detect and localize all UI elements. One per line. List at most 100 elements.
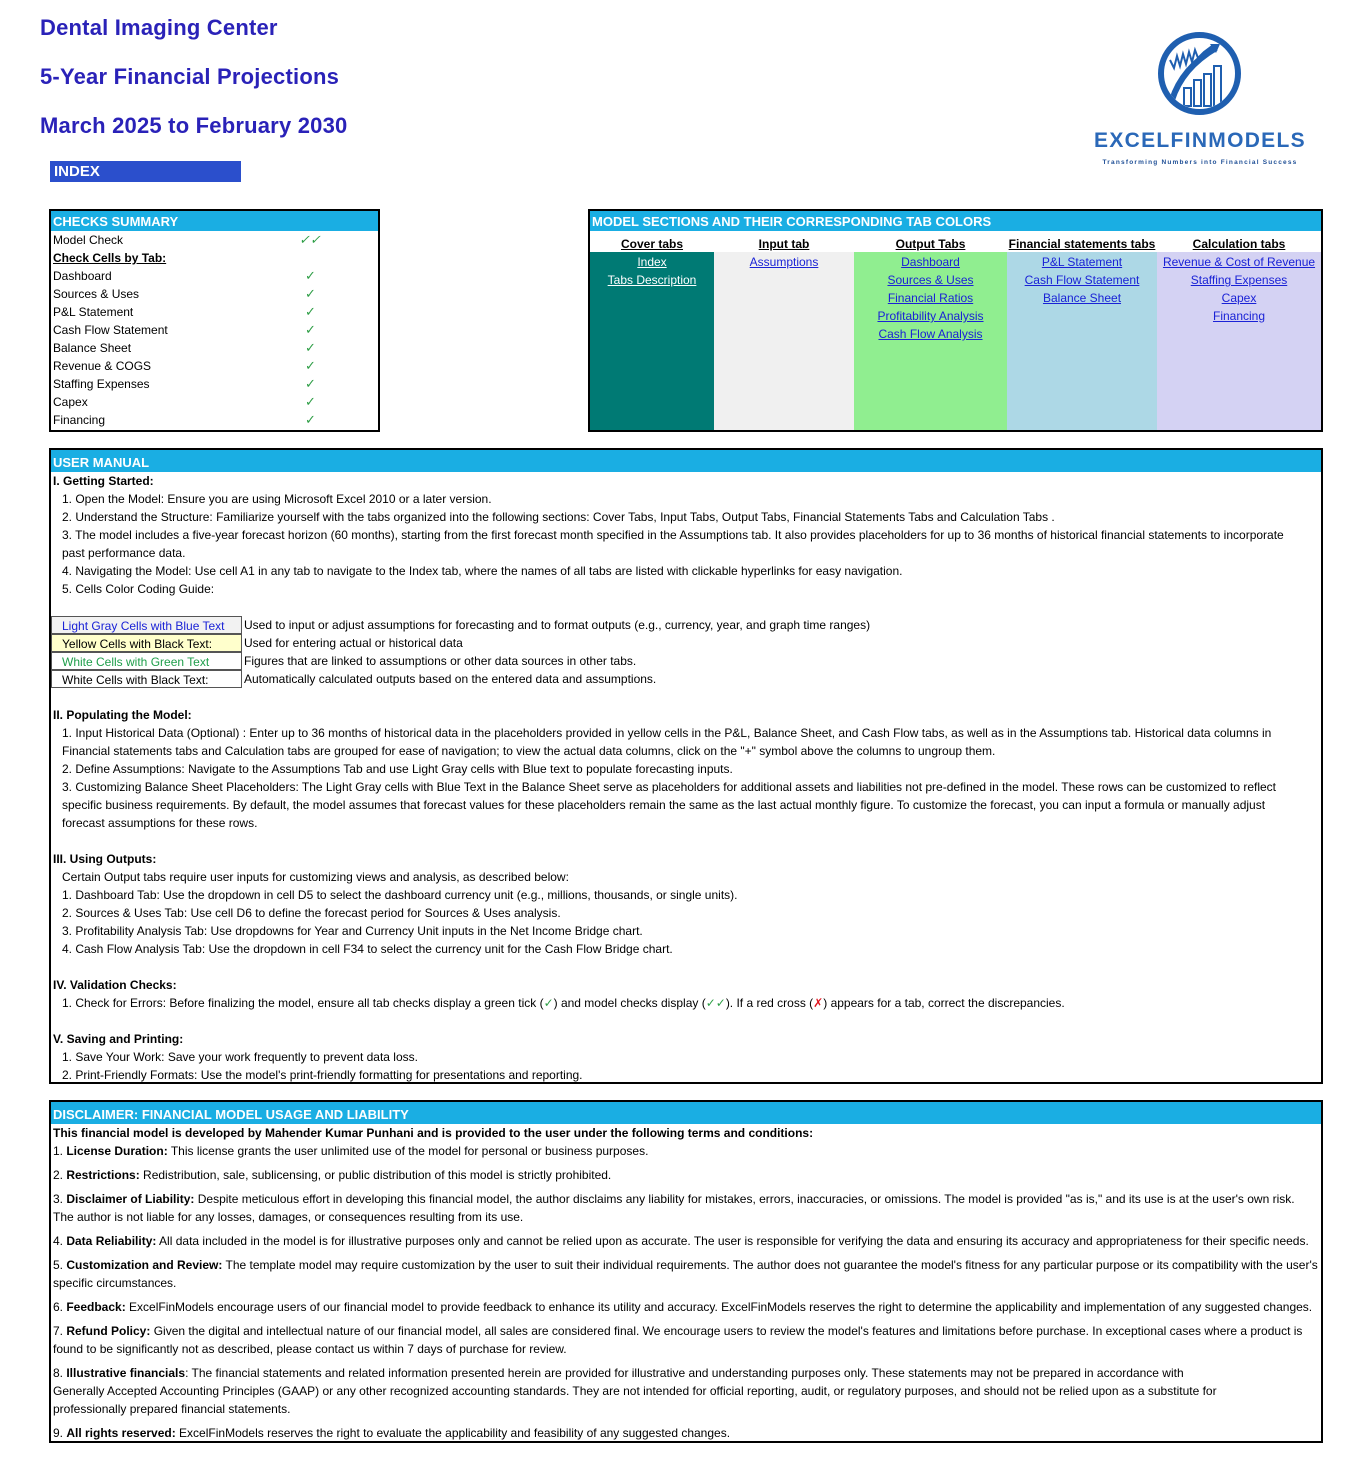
item-term: Illustrative financials	[66, 1366, 186, 1380]
chart-growth-icon	[1158, 32, 1241, 115]
item-term: Disclaimer of Liability:	[66, 1192, 195, 1206]
link-sources-uses[interactable]: Sources & Uses	[887, 271, 973, 289]
manual-line: 1. Save Your Work: Save your work freque…	[62, 1050, 418, 1064]
checks-summary-title: CHECKS SUMMARY	[51, 211, 378, 231]
text-fragment: ) and model checks display (	[553, 996, 706, 1010]
link-capex[interactable]: Capex	[1222, 289, 1257, 307]
color-guide-swatch: Light Gray Cells with Blue Text	[51, 616, 242, 634]
manual-line: 2. Define Assumptions: Navigate to the A…	[62, 762, 733, 776]
link-assumptions[interactable]: Assumptions	[750, 253, 819, 271]
logo-tagline: Transforming Numbers into Financial Succ…	[1102, 159, 1298, 166]
link-cash-flow-analysis[interactable]: Cash Flow Analysis	[878, 325, 982, 343]
check-row: Financing ✓	[51, 411, 378, 429]
cover-tabs-column: Cover tabs Index Tabs Description	[590, 231, 714, 430]
manual-line: 3. Customizing Balance Sheet Placeholder…	[62, 780, 1277, 794]
link-tabs-description[interactable]: Tabs Description	[608, 271, 697, 289]
user-manual-panel: USER MANUAL I. Getting Started: 1. Open …	[49, 448, 1323, 1084]
item-text: ExcelFinModels encourage users of our fi…	[125, 1300, 1313, 1314]
link-cash-flow-statement[interactable]: Cash Flow Statement	[1025, 271, 1140, 289]
company-title: Dental Imaging Center	[40, 15, 278, 40]
check-icon: ✓	[305, 340, 316, 355]
check-by-tab-heading-row: Check Cells by Tab:	[51, 249, 378, 267]
link-staffing-expenses[interactable]: Staffing Expenses	[1191, 271, 1288, 289]
disclaimer-item: 2. Restrictions: Redistribution, sale, s…	[51, 1166, 1321, 1184]
link-pl-statement[interactable]: P&L Statement	[1042, 253, 1122, 271]
manual-line: 2. Sources & Uses Tab: Use cell D6 to de…	[62, 906, 561, 920]
disclaimer-item: 3. Disclaimer of Liability: Despite meti…	[51, 1190, 1321, 1208]
manual-line: 3. Profitability Analysis Tab: Use dropd…	[62, 924, 643, 938]
link-balance-sheet[interactable]: Balance Sheet	[1043, 289, 1121, 307]
section-heading: II. Populating the Model:	[53, 708, 192, 722]
item-text: specific circumstances.	[53, 1276, 177, 1290]
check-tab-label: Staffing Expenses	[53, 377, 150, 391]
color-guide-swatch: White Cells with Green Text	[51, 652, 242, 670]
check-tab-label: Financing	[53, 413, 106, 427]
section-heading: III. Using Outputs:	[53, 852, 157, 866]
item-number: 5.	[53, 1258, 67, 1272]
item-text: professionally prepared financial statem…	[53, 1402, 291, 1416]
check-icon: ✓	[305, 376, 316, 391]
item-number: 8.	[53, 1366, 67, 1380]
item-number: 9.	[53, 1426, 67, 1440]
manual-line: 2. Print-Friendly Formats: Use the model…	[62, 1068, 583, 1082]
column-header: Input tab	[714, 231, 854, 252]
disclaimer-item: 5. Customization and Review: The templat…	[51, 1256, 1321, 1274]
column-header: Calculation tabs	[1157, 231, 1321, 252]
item-term: License Duration:	[66, 1144, 168, 1158]
item-term: Data Reliability:	[66, 1234, 157, 1248]
item-text: found to be significantly not as describ…	[53, 1342, 567, 1356]
check-icon: ✓	[305, 358, 316, 373]
item-term: Restrictions:	[66, 1168, 140, 1182]
double-tick-icon: ✓✓	[705, 996, 726, 1010]
section-heading: I. Getting Started:	[53, 474, 154, 488]
manual-line: 1. Dashboard Tab: Use the dropdown in ce…	[62, 888, 738, 902]
manual-line: 4. Cash Flow Analysis Tab: Use the dropd…	[62, 942, 673, 956]
check-row: Staffing Expenses ✓	[51, 375, 378, 393]
red-cross-icon: ✗	[813, 996, 824, 1010]
item-text: Generally Accepted Accounting Principles…	[53, 1384, 1217, 1398]
calculation-tabs-column: Calculation tabs Revenue & Cost of Reven…	[1157, 231, 1321, 430]
manual-line: forecast assumptions for these rows.	[62, 816, 258, 830]
green-tick-icon: ✓	[543, 996, 554, 1010]
item-text: ExcelFinModels reserves the right to eva…	[175, 1426, 731, 1440]
item-term: All rights reserved:	[66, 1426, 176, 1440]
manual-line: specific business requirements. By defau…	[62, 798, 1266, 812]
check-icon: ✓	[305, 286, 316, 301]
item-number: 3.	[53, 1192, 67, 1206]
item-number: 2.	[53, 1168, 67, 1182]
column-header: Output Tabs	[854, 231, 1007, 252]
disclaimer-title: DISCLAIMER: FINANCIAL MODEL USAGE AND LI…	[51, 1102, 1321, 1124]
manual-line: Financial statements tabs and Calculatio…	[62, 744, 996, 758]
link-financial-ratios[interactable]: Financial Ratios	[888, 289, 973, 307]
item-term: Feedback:	[66, 1300, 126, 1314]
check-by-tab-heading: Check Cells by Tab:	[53, 251, 167, 265]
link-dashboard[interactable]: Dashboard	[901, 253, 960, 271]
link-financing[interactable]: Financing	[1213, 307, 1265, 325]
check-tab-label: P&L Statement	[53, 305, 134, 319]
manual-line: past performance data.	[62, 546, 186, 560]
index-link-button[interactable]: INDEX	[50, 161, 241, 182]
link-revenue-cost[interactable]: Revenue & Cost of Revenue	[1163, 253, 1315, 271]
item-number: 7.	[53, 1324, 67, 1338]
item-number: 4.	[53, 1234, 67, 1248]
check-row: Revenue & COGS ✓	[51, 357, 378, 375]
item-text: The template model may require customiza…	[222, 1258, 1318, 1272]
manual-line-validation: 1. Check for Errors: Before finalizing t…	[51, 994, 1321, 1012]
disclaimer-item: 1. License Duration: This license grants…	[51, 1142, 1321, 1160]
input-tab-column: Input tab Assumptions	[714, 231, 854, 430]
model-check-label: Model Check	[53, 233, 124, 247]
link-index[interactable]: Index	[637, 253, 666, 271]
item-text: All data included in the model is for il…	[156, 1234, 1309, 1248]
check-icon: ✓	[305, 304, 316, 319]
link-profitability-analysis[interactable]: Profitability Analysis	[877, 307, 983, 325]
output-tabs-column: Output Tabs Dashboard Sources & Uses Fin…	[854, 231, 1007, 430]
item-text: Despite meticulous effort in developing …	[194, 1192, 1295, 1206]
color-guide-row: Yellow Cells with Black Text: Used for e…	[51, 634, 1321, 652]
check-row: P&L Statement ✓	[51, 303, 378, 321]
color-guide-desc: Figures that are linked to assumptions o…	[244, 654, 637, 668]
disclaimer-item-continuation: The author is not liable for any losses,…	[51, 1208, 1321, 1226]
checks-summary-panel: CHECKS SUMMARY Model Check ✓ ✓ Check Cell…	[49, 209, 380, 432]
color-guide-swatch: Yellow Cells with Black Text:	[51, 634, 242, 652]
text-fragment: ) appears for a tab, correct the discrep…	[823, 996, 1065, 1010]
disclaimer-item-continuation: Generally Accepted Accounting Principles…	[51, 1382, 1321, 1400]
